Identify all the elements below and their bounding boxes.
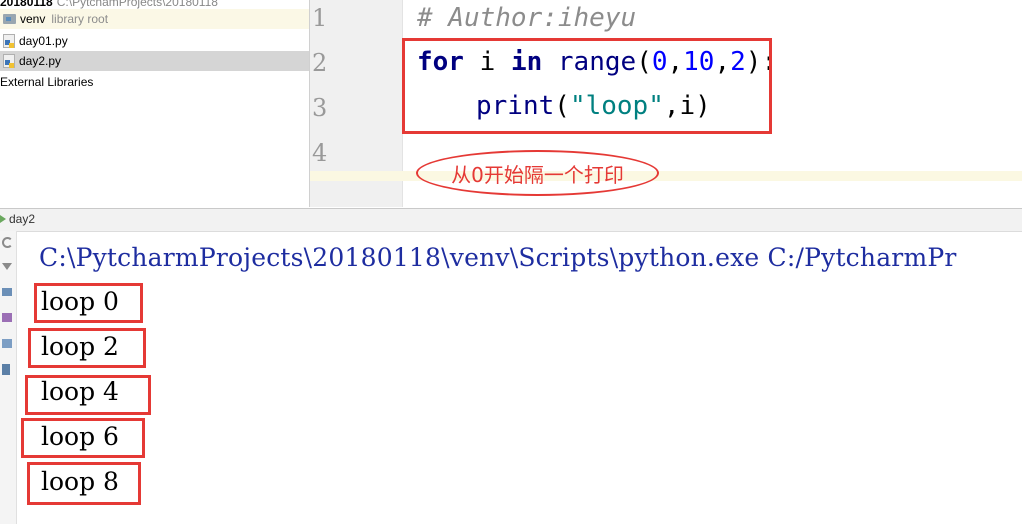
output-highlight-box bbox=[27, 462, 141, 505]
tree-item-label: day2.py bbox=[19, 54, 62, 68]
console-command-line: C:\PytcharmProjects\20180118\venv\Script… bbox=[39, 243, 957, 272]
tree-root-label: 20180118 bbox=[0, 0, 53, 9]
tree-item-label: day01.py bbox=[19, 34, 68, 48]
run-toolbar bbox=[0, 231, 17, 524]
code-highlight-box bbox=[402, 38, 772, 134]
run-tool-window-header: day2 bbox=[0, 208, 1022, 232]
python-file-icon bbox=[3, 34, 15, 48]
tree-item-external-libraries[interactable]: External Libraries bbox=[0, 72, 309, 92]
line-number: 2 bbox=[312, 49, 328, 77]
output-highlight-box bbox=[21, 418, 145, 458]
scroll-down-icon[interactable] bbox=[2, 263, 12, 270]
line-number: 4 bbox=[312, 139, 328, 167]
print-icon[interactable] bbox=[2, 339, 12, 348]
annotation-callout: 从0开始隔一个打印 bbox=[416, 150, 659, 196]
tree-item-label: venv bbox=[20, 12, 46, 26]
project-tree-panel: 20180118 C:\PytchamProjects\20180118 ven… bbox=[0, 0, 310, 207]
run-tab-label: day2 bbox=[9, 212, 36, 226]
folder-icon bbox=[3, 14, 16, 24]
tree-root-path: C:\PytchamProjects\20180118 bbox=[56, 0, 218, 9]
output-highlight-box bbox=[34, 283, 143, 323]
tree-item-venv[interactable]: venv library root bbox=[0, 9, 309, 29]
line-number: 1 bbox=[312, 4, 328, 32]
output-highlight-box bbox=[25, 375, 151, 415]
tree-item-day2[interactable]: day2.py bbox=[0, 51, 309, 71]
code-line-comment[interactable]: # Author:iheyu bbox=[417, 3, 636, 33]
library-root-note: library root bbox=[51, 12, 109, 26]
run-tab[interactable]: day2 bbox=[0, 212, 35, 226]
output-highlight-box bbox=[28, 328, 146, 368]
python-file-icon bbox=[3, 54, 15, 68]
clear-output-icon[interactable] bbox=[2, 364, 10, 375]
code-editor[interactable]: 1 2 3 4 # Author:iheyu for i in range(0,… bbox=[310, 0, 1022, 207]
run-console[interactable]: C:\PytcharmProjects\20180118\venv\Script… bbox=[17, 231, 1022, 524]
rerun-icon[interactable] bbox=[2, 237, 13, 248]
tree-item-day01[interactable]: day01.py bbox=[0, 31, 309, 51]
soft-wrap-icon[interactable] bbox=[2, 288, 12, 296]
run-icon bbox=[0, 215, 6, 223]
sort-icon[interactable] bbox=[2, 313, 12, 322]
tree-item-label: External Libraries bbox=[0, 75, 94, 89]
line-number: 3 bbox=[312, 94, 328, 122]
